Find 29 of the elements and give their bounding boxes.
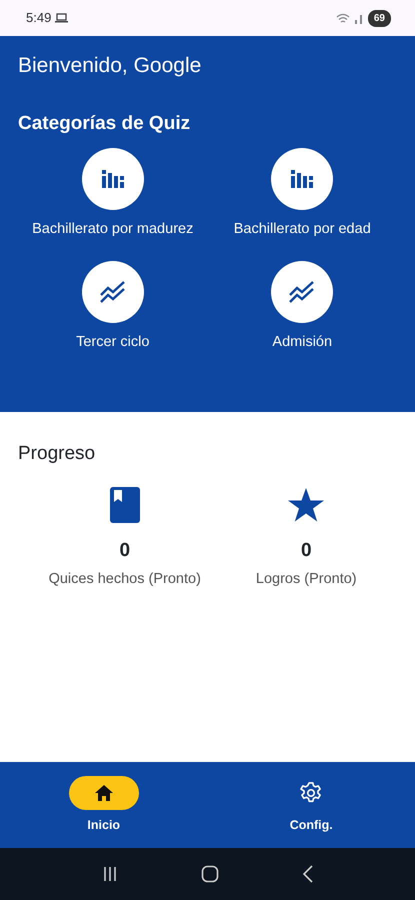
- trend-lines-icon: [100, 280, 126, 303]
- recents-icon[interactable]: [102, 866, 118, 882]
- bar-chart-icon: [102, 170, 124, 188]
- laptop-icon: [55, 13, 68, 23]
- section-title: Progreso: [18, 442, 96, 466]
- home-icon: [94, 785, 113, 801]
- category-button[interactable]: Bachillerato por edad: [208, 148, 397, 241]
- stat-value: 0: [119, 538, 130, 562]
- book-icon: [110, 486, 140, 522]
- nav-tab[interactable]: Config.: [208, 776, 415, 848]
- signal-icon: [354, 12, 364, 24]
- stat-label: Quices hechos (Pronto): [48, 570, 201, 589]
- back-icon[interactable]: [302, 865, 314, 883]
- nav-tab[interactable]: Inicio: [0, 776, 208, 848]
- greeting-text: Bienvenido, Google: [18, 53, 202, 79]
- section-title: Categorías de Quiz: [18, 112, 192, 136]
- status-time: 5:49: [26, 9, 52, 28]
- category-button[interactable]: Bachillerato por madurez: [18, 148, 208, 241]
- stat-label: Logros (Pronto): [256, 570, 357, 589]
- trend-lines-icon: [289, 280, 316, 303]
- category-button[interactable]: Tercer ciclo: [18, 260, 208, 354]
- settings-icon: [300, 782, 322, 804]
- home-icon[interactable]: [200, 865, 218, 883]
- bar-chart-icon: [291, 170, 314, 188]
- star-icon: [288, 486, 324, 522]
- wifi-icon: [336, 12, 350, 24]
- battery-indicator: 69: [368, 10, 391, 26]
- stat-value: 0: [300, 538, 312, 562]
- category-button[interactable]: Admisión: [208, 260, 397, 354]
